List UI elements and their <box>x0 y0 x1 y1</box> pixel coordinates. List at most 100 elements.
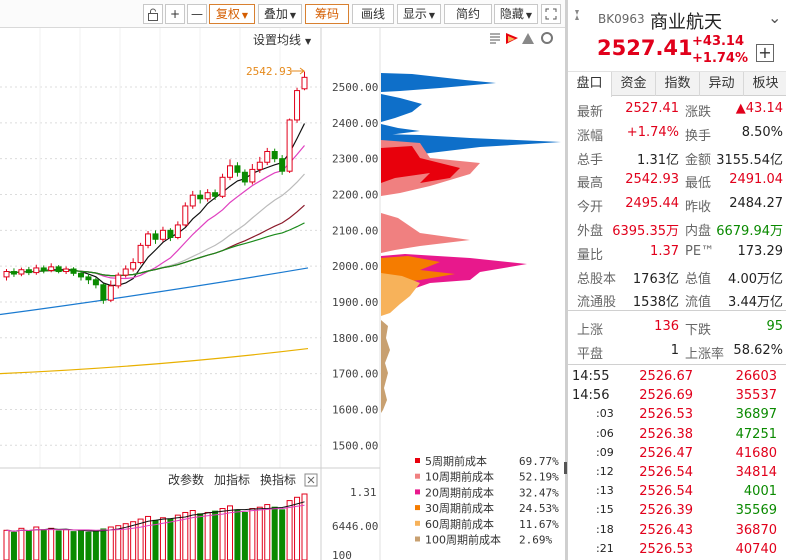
stat-value: 2527.41 <box>625 101 679 116</box>
stat-value: +1.74% <box>626 124 679 140</box>
candle-body <box>234 165 241 173</box>
stat-row: 平盘 1 上涨率 58.62% <box>568 340 786 363</box>
legend-pct: 32.47% <box>519 486 559 499</box>
candle-body <box>279 158 286 172</box>
tick-volume: 41680 <box>735 445 777 461</box>
volume-bar <box>286 500 293 560</box>
tick-price: 2526.54 <box>639 484 693 500</box>
candle-body <box>145 233 152 246</box>
vol-tick: 6446.00 <box>332 520 378 533</box>
simple-button[interactable]: 简约 <box>444 4 492 24</box>
legend-swatch <box>415 536 420 542</box>
volume-bar <box>10 531 17 560</box>
candle-body <box>167 229 174 238</box>
tab-pankou[interactable]: 盘口 <box>568 72 612 97</box>
chip-button[interactable]: 筹码 <box>305 4 349 24</box>
chevron-down-icon: ▼ <box>428 11 436 20</box>
candle-body <box>264 150 271 163</box>
tick-price: 2526.53 <box>639 541 693 557</box>
minus-icon: — <box>191 7 203 21</box>
candle-body <box>174 224 181 238</box>
tick-volume: 47251 <box>735 426 777 442</box>
volume-bar <box>18 527 25 560</box>
add-watchlist-button[interactable]: + <box>756 44 774 62</box>
tick-volume: 35537 <box>735 388 777 404</box>
display-button[interactable]: 显示 ▼ <box>397 4 441 24</box>
tab-index[interactable]: 指数 <box>656 72 700 96</box>
volume-bar <box>63 529 70 560</box>
volume-bar <box>219 508 226 560</box>
fuquan-button[interactable]: 复权 ▼ <box>209 4 255 24</box>
stat-label: 内盘 <box>685 224 712 239</box>
tab-funds[interactable]: 资金 <box>612 72 656 96</box>
volume-bar <box>212 510 219 560</box>
list-icon[interactable] <box>490 33 500 44</box>
tick-row: 14:55 2526.67 26603 <box>568 368 786 387</box>
volume-bar <box>92 530 99 560</box>
switch-indicator-button[interactable]: 换指标 <box>260 472 296 487</box>
candle-body <box>137 244 144 264</box>
volume-bar <box>78 529 84 560</box>
tick-volume: 36897 <box>735 407 777 423</box>
stat-label: 涨幅 <box>577 128 604 144</box>
stat-label: 最新 <box>577 105 604 120</box>
tab-sector[interactable]: 板块 <box>744 72 786 96</box>
draw-line-button[interactable]: 画线 <box>352 4 394 24</box>
price-tick: 1800.00 <box>332 332 378 345</box>
edit-params-button[interactable]: 改参数 <box>168 472 204 487</box>
stat-row: 总股本 1763亿 总值 4.00万亿 <box>568 265 786 288</box>
price-change: +43.14 <box>692 34 745 49</box>
price-tick: 2400.00 <box>332 117 378 130</box>
volume-bar <box>100 528 107 560</box>
stat-row: 外盘 6395.35万 内盘 6679.94万 <box>568 217 786 240</box>
volume-bar <box>159 517 166 560</box>
stat-label: 最低 <box>685 176 712 192</box>
tick-volume: 36870 <box>735 522 777 538</box>
price-tick: 1500.00 <box>332 439 378 452</box>
price-tick: 2300.00 <box>332 153 378 166</box>
gear-icon[interactable] <box>541 32 553 44</box>
tick-row: :21 2526.53 40740 <box>568 541 786 560</box>
stat-value: 1763亿 <box>632 271 679 287</box>
ma-setting-button[interactable]: 设置均线 <box>253 33 301 47</box>
tick-price: 2526.39 <box>639 503 693 519</box>
lock-button[interactable] <box>143 4 163 24</box>
tick-row: :03 2526.53 36897 <box>568 406 786 425</box>
stat-label: 量比 <box>577 247 604 263</box>
chevron-down-icon[interactable]: ⌄ <box>768 8 781 27</box>
tick-row: :15 2526.39 35569 <box>568 502 786 521</box>
tick-time: :09 <box>596 445 614 459</box>
candle-body <box>227 165 233 178</box>
add-indicator-button[interactable]: 加指标 <box>214 472 250 487</box>
vol-tick: 100 <box>332 549 352 560</box>
separator <box>568 364 786 365</box>
legend-pct: 69.77% <box>519 455 559 468</box>
volume-bar <box>256 506 263 560</box>
stat-value: 1.37 <box>650 243 679 259</box>
tab-abnormal[interactable]: 异动 <box>700 72 744 96</box>
zoom-in-button[interactable]: + <box>165 4 185 24</box>
triangle-icon[interactable] <box>522 33 534 44</box>
legend-swatch <box>415 505 420 511</box>
candle-body <box>40 267 47 271</box>
fullscreen-button[interactable] <box>541 4 561 24</box>
stat-value: 2484.27 <box>729 196 783 212</box>
stat-value: 2491.04 <box>729 172 783 188</box>
stat-label: 金额 <box>685 152 712 168</box>
volume-bar <box>3 529 10 560</box>
scroll-arrow-icon[interactable] <box>574 8 580 22</box>
overlay-button[interactable]: 叠加 ▼ <box>258 4 302 24</box>
hide-button[interactable]: 隐藏 ▼ <box>494 4 538 24</box>
volume-bar <box>55 530 62 560</box>
stat-value: 3155.54亿 <box>716 152 783 168</box>
zoom-out-button[interactable]: — <box>187 4 207 24</box>
legend-swatch <box>415 458 420 463</box>
stat-label: 昨收 <box>685 200 712 216</box>
candle-body <box>18 269 25 275</box>
tick-row: :12 2526.54 34814 <box>568 464 786 483</box>
chip-salmon-mid <box>381 213 470 253</box>
volume-bar <box>301 493 308 560</box>
candle-body <box>63 268 70 273</box>
stat-value: 173.29 <box>737 243 784 259</box>
stat-value: 1538亿 <box>632 295 679 311</box>
